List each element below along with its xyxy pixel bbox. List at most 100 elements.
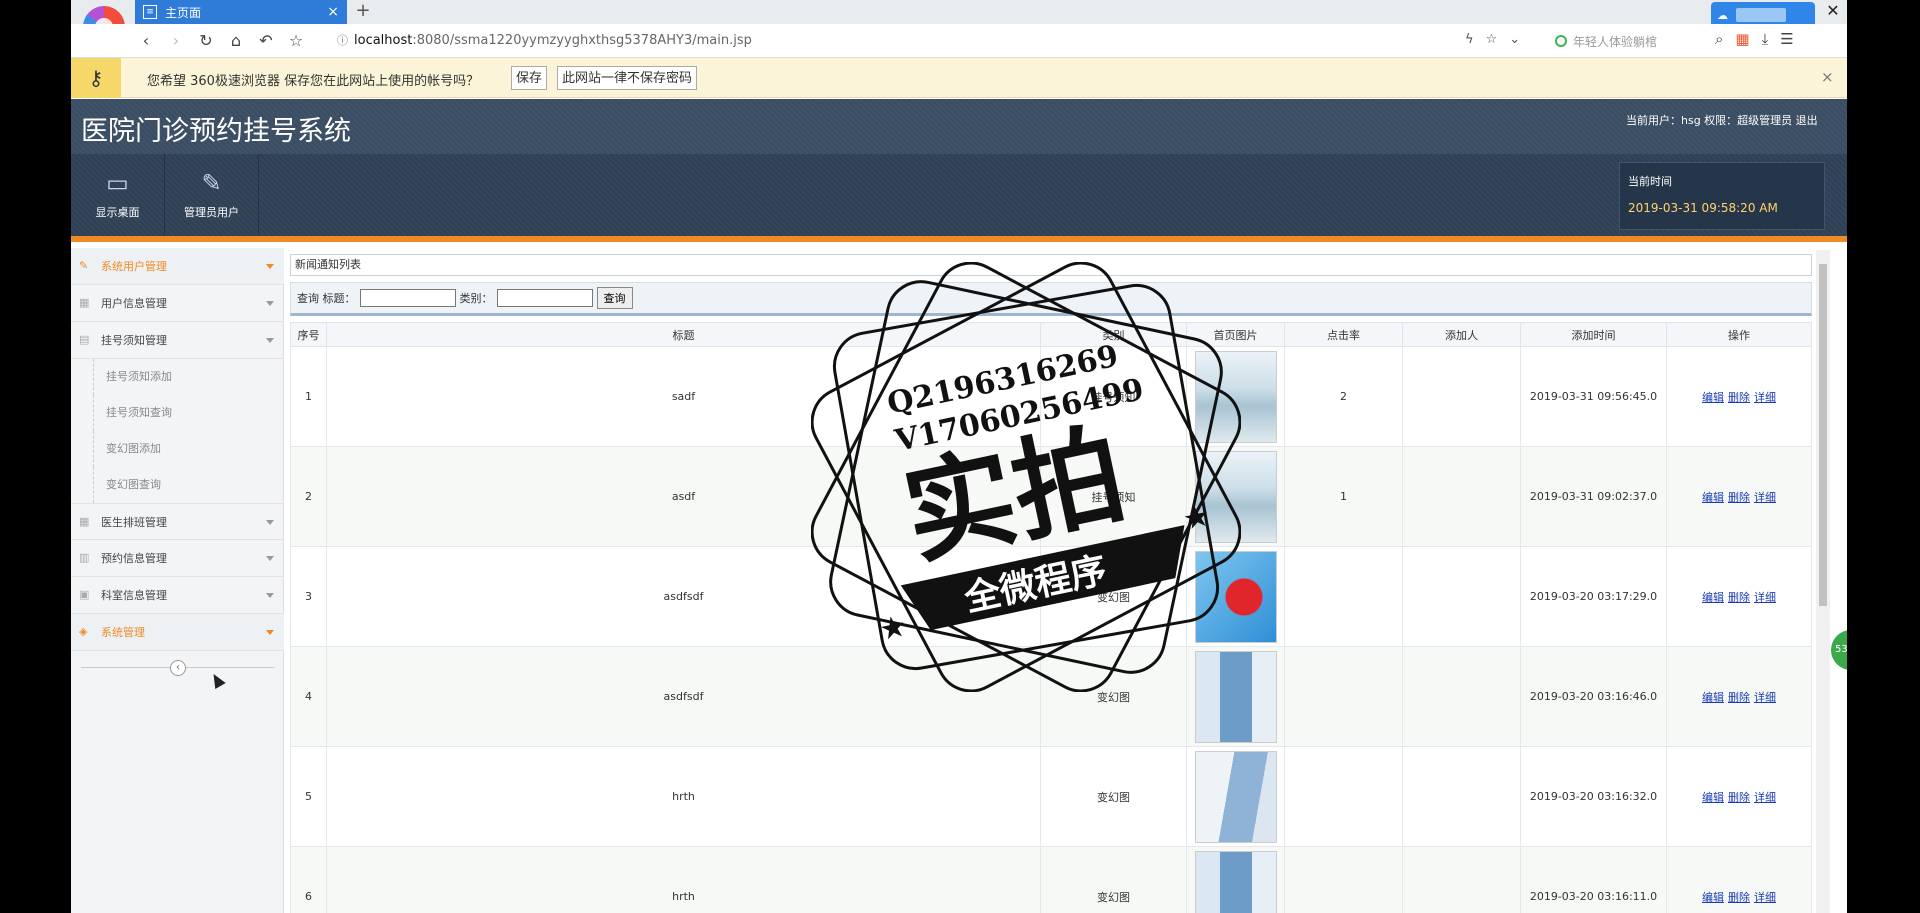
chevron-down-icon: [266, 593, 274, 598]
delete-link[interactable]: 删除: [1728, 891, 1750, 904]
subitem-notice-query[interactable]: 挂号须知查询: [93, 395, 278, 431]
row-image-cell: [1186, 646, 1285, 747]
edit-link[interactable]: 编辑: [1702, 691, 1724, 704]
chevron-left-icon[interactable]: ‹: [170, 660, 186, 676]
detail-link[interactable]: 详细: [1754, 891, 1776, 904]
chevron-down-icon: [266, 520, 274, 525]
edit-link[interactable]: 编辑: [1702, 891, 1724, 904]
chevron-down-icon: [266, 338, 274, 343]
floating-badge[interactable]: 53: [1831, 630, 1847, 670]
delete-link[interactable]: 删除: [1728, 691, 1750, 704]
row-thumbnail[interactable]: [1194, 650, 1277, 743]
category-search-input[interactable]: [496, 289, 593, 307]
search-box[interactable]: 年轻人体验躺棺: [1555, 30, 1735, 52]
detail-link[interactable]: 详细: [1754, 791, 1776, 804]
search-icon[interactable]: ⌕: [1715, 30, 1723, 48]
row-time: 2019-03-20 03:16:46.0: [1520, 646, 1667, 747]
download-icon[interactable]: ⤓: [1762, 30, 1769, 48]
sidebar-item-system[interactable]: ◈ 系统管理: [71, 614, 284, 651]
menu-icon[interactable]: ☰: [1780, 30, 1793, 48]
save-password-button[interactable]: 保存: [511, 66, 548, 90]
tab-bar: ≡ 主页面 × + ☁ ✕: [71, 0, 1847, 48]
favorite-star-icon[interactable]: ☆: [1486, 32, 1498, 47]
col-header: 首页图片: [1186, 322, 1285, 347]
sidebar-item-departments[interactable]: ▣ 科室信息管理: [71, 577, 284, 614]
subitem-banner-add[interactable]: 变幻图添加: [93, 431, 278, 467]
show-desktop-button[interactable]: ▭ 显示桌面: [71, 154, 165, 236]
sidebar-item-user-info[interactable]: ▦ 用户信息管理: [71, 285, 284, 322]
subitem-notice-add[interactable]: 挂号须知添加: [93, 359, 278, 395]
table-row: 1 sadf 挂号须知 2 2019-03-31 09:56:45.0 编辑 删除…: [290, 346, 1812, 447]
undo-icon[interactable]: ↶: [255, 30, 277, 52]
page-title: 医院门诊预约挂号系统: [81, 116, 351, 147]
row-thumbnail[interactable]: [1194, 350, 1277, 443]
dropdown-chevron-icon[interactable]: ⌄: [1509, 32, 1520, 47]
apps-grid-icon[interactable]: ▦: [1735, 30, 1749, 48]
sidebar-item-appointments[interactable]: ▥ 预约信息管理: [71, 540, 284, 577]
pencil-icon: ✎: [79, 259, 89, 272]
sidebar-item-doctor-schedule[interactable]: ▦ 医生排班管理: [71, 503, 284, 540]
news-table: 序号 标题 类别 首页图片 点击率 添加人 添加时间 操作 1 sadf 挂号须…: [290, 322, 1812, 913]
lightning-icon[interactable]: ϟ: [1465, 32, 1474, 47]
home-icon[interactable]: ⌂: [225, 30, 247, 52]
row-ops: 编辑 删除 详细: [1666, 646, 1812, 747]
sidebar-collapse: ‹: [81, 660, 275, 683]
detail-link[interactable]: 详细: [1754, 591, 1776, 604]
url-field[interactable]: ⓘ localhost:8080/ssma1220yymzyyghxthsg53…: [337, 32, 752, 48]
pencil-icon: ✎: [201, 169, 222, 197]
search-engine-icon: [1555, 35, 1567, 47]
tab-main[interactable]: ≡ 主页面 ×: [135, 0, 347, 24]
edit-link[interactable]: 编辑: [1702, 391, 1724, 404]
page-scrollbar[interactable]: [1816, 250, 1830, 913]
title-search-input[interactable]: [359, 289, 456, 307]
delete-link[interactable]: 删除: [1728, 491, 1750, 504]
reload-icon[interactable]: ↻: [195, 30, 217, 52]
row-thumbnail[interactable]: [1194, 450, 1277, 543]
row-category: 挂号须知: [1040, 346, 1187, 447]
edit-link[interactable]: 编辑: [1702, 791, 1724, 804]
row-thumbnail[interactable]: [1194, 550, 1277, 643]
close-bar-icon[interactable]: ×: [1821, 68, 1834, 86]
never-save-button[interactable]: 此网站一律不保存密码: [557, 66, 698, 90]
window-close-icon[interactable]: ✕: [1823, 0, 1843, 22]
scrollbar-thumb[interactable]: [1819, 264, 1827, 606]
row-title: hrth: [326, 846, 1041, 913]
subitem-banner-query[interactable]: 变幻图查询: [93, 467, 278, 503]
delete-link[interactable]: 删除: [1728, 391, 1750, 404]
new-tab-button[interactable]: +: [353, 0, 373, 24]
admin-user-button[interactable]: ✎ 管理员用户: [165, 154, 259, 236]
panel-title: 新闻通知列表: [290, 254, 1812, 276]
col-header: 点击率: [1284, 322, 1403, 347]
delete-link[interactable]: 删除: [1728, 791, 1750, 804]
tab-close-icon[interactable]: ×: [327, 4, 339, 20]
row-thumbnail[interactable]: [1194, 850, 1277, 913]
user-info[interactable]: 当前用户：hsg 权限：超级管理员 退出: [1626, 112, 1818, 128]
detail-link[interactable]: 详细: [1754, 691, 1776, 704]
row-thumbnail[interactable]: [1194, 750, 1277, 843]
bookmark-star-icon[interactable]: ☆: [285, 30, 307, 52]
detail-link[interactable]: 详细: [1754, 391, 1776, 404]
row-category: 变幻图: [1040, 746, 1187, 847]
col-header: 序号: [290, 322, 327, 347]
sidebar-item-system-users[interactable]: ✎ 系统用户管理: [71, 248, 284, 285]
back-icon[interactable]: ‹: [135, 30, 157, 52]
row-adder: [1402, 646, 1521, 747]
delete-link[interactable]: 删除: [1728, 591, 1750, 604]
table-header-row: 序号 标题 类别 首页图片 点击率 添加人 添加时间 操作: [290, 322, 1812, 347]
browser-tools: ⌕ ▦ ⤓ ☰: [1715, 30, 1794, 48]
row-ops: 编辑 删除 详细: [1666, 546, 1812, 647]
row-title: asdfsdf: [326, 646, 1041, 747]
forward-icon[interactable]: ›: [165, 30, 187, 52]
detail-link[interactable]: 详细: [1754, 491, 1776, 504]
edit-link[interactable]: 编辑: [1702, 491, 1724, 504]
row-ops: 编辑 删除 详细: [1666, 846, 1812, 913]
row-category: 挂号须知: [1040, 446, 1187, 547]
search-placeholder: 年轻人体验躺棺: [1573, 34, 1658, 49]
sidebar-item-register-notice[interactable]: ▤ 挂号须知管理: [71, 322, 284, 359]
browser-window: ≡ 主页面 × + ☁ ✕ ‹ › ↻ ⌂ ↶ ☆ ⓘ localhost:80…: [71, 0, 1847, 913]
row-no: 4: [290, 646, 327, 747]
tab-title: 主页面: [165, 5, 202, 20]
query-button[interactable]: 查询: [596, 287, 633, 309]
chevron-down-icon: [266, 301, 274, 306]
edit-link[interactable]: 编辑: [1702, 591, 1724, 604]
